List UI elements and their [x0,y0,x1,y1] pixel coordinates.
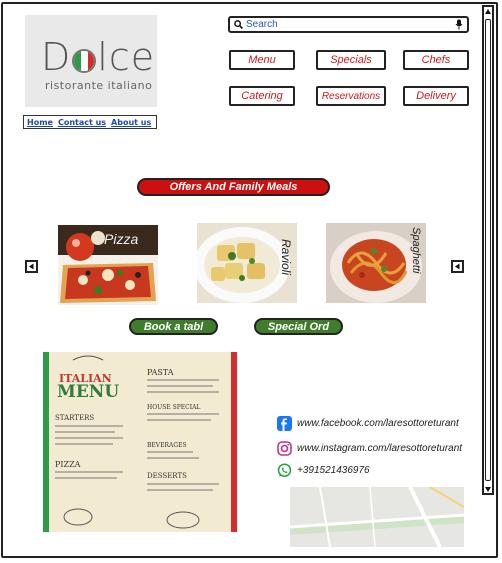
italian-flag-icon [72,49,97,73]
scroll-up-icon[interactable] [484,7,492,15]
reservations-button[interactable]: Reservations [316,86,386,106]
restaurant-logo[interactable]: Dlce ristorante italiano [25,15,157,107]
top-links: Home Contact us About us [23,115,157,129]
search-bar [228,16,469,33]
ravioli-image[interactable]: Ravioli [197,223,297,303]
facebook-icon [277,416,292,431]
offers-banner[interactable]: Offers And Family Meals [137,178,330,196]
chevron-left-icon [455,263,460,270]
contact-us-link[interactable]: Contact us [58,118,106,127]
about-us-link[interactable]: About us [111,118,151,127]
facebook-url: www.facebook.com/laresottoreturant [297,418,459,429]
logo-wordmark: Dlce [41,35,156,79]
catering-button[interactable]: Catering [229,86,295,106]
scroll-down-icon[interactable] [484,485,492,493]
location-map[interactable] [290,487,464,547]
book-table-button[interactable]: Book a tabl [129,318,218,335]
menu-button[interactable]: Menu [229,50,295,70]
whatsapp-number: +391521436976 [297,465,370,476]
carousel-prev-button[interactable] [25,260,38,273]
microphone-icon[interactable] [455,19,463,30]
menu-decoration [55,355,219,529]
facebook-link[interactable]: www.facebook.com/laresottoreturant [277,416,459,431]
home-link[interactable]: Home [27,118,53,127]
search-input[interactable] [246,19,455,30]
instagram-link[interactable]: www.instagram.com/laresottoreturant [277,441,462,456]
instagram-icon [277,441,292,456]
delivery-button[interactable]: Delivery [403,86,469,106]
logo-tagline: ristorante italiano [45,79,153,92]
spaghetti-label: Spaghetti [410,227,422,274]
chevron-left-icon [29,263,34,270]
spaghetti-image[interactable]: Spaghetti [326,223,426,303]
vertical-scrollbar[interactable] [482,5,494,495]
scroll-thumb[interactable] [485,19,491,481]
whatsapp-icon [277,463,292,477]
carousel-next-button[interactable] [451,260,464,273]
italian-menu-image[interactable]: ITALIAN MENU PASTA STARTERS HOUSE SPECIA… [43,352,237,532]
pizza-label: Pizza [104,231,139,247]
specials-button[interactable]: Specials [316,50,386,70]
pizza-image[interactable]: Pizza [58,225,158,305]
special-order-button[interactable]: Special Ord [254,318,343,335]
whatsapp-link[interactable]: +391521436976 [277,463,370,478]
search-icon [234,20,243,29]
chefs-button[interactable]: Chefs [403,50,469,70]
instagram-url: www.instagram.com/laresottoreturant [297,443,463,454]
ravioli-label: Ravioli [279,239,293,276]
